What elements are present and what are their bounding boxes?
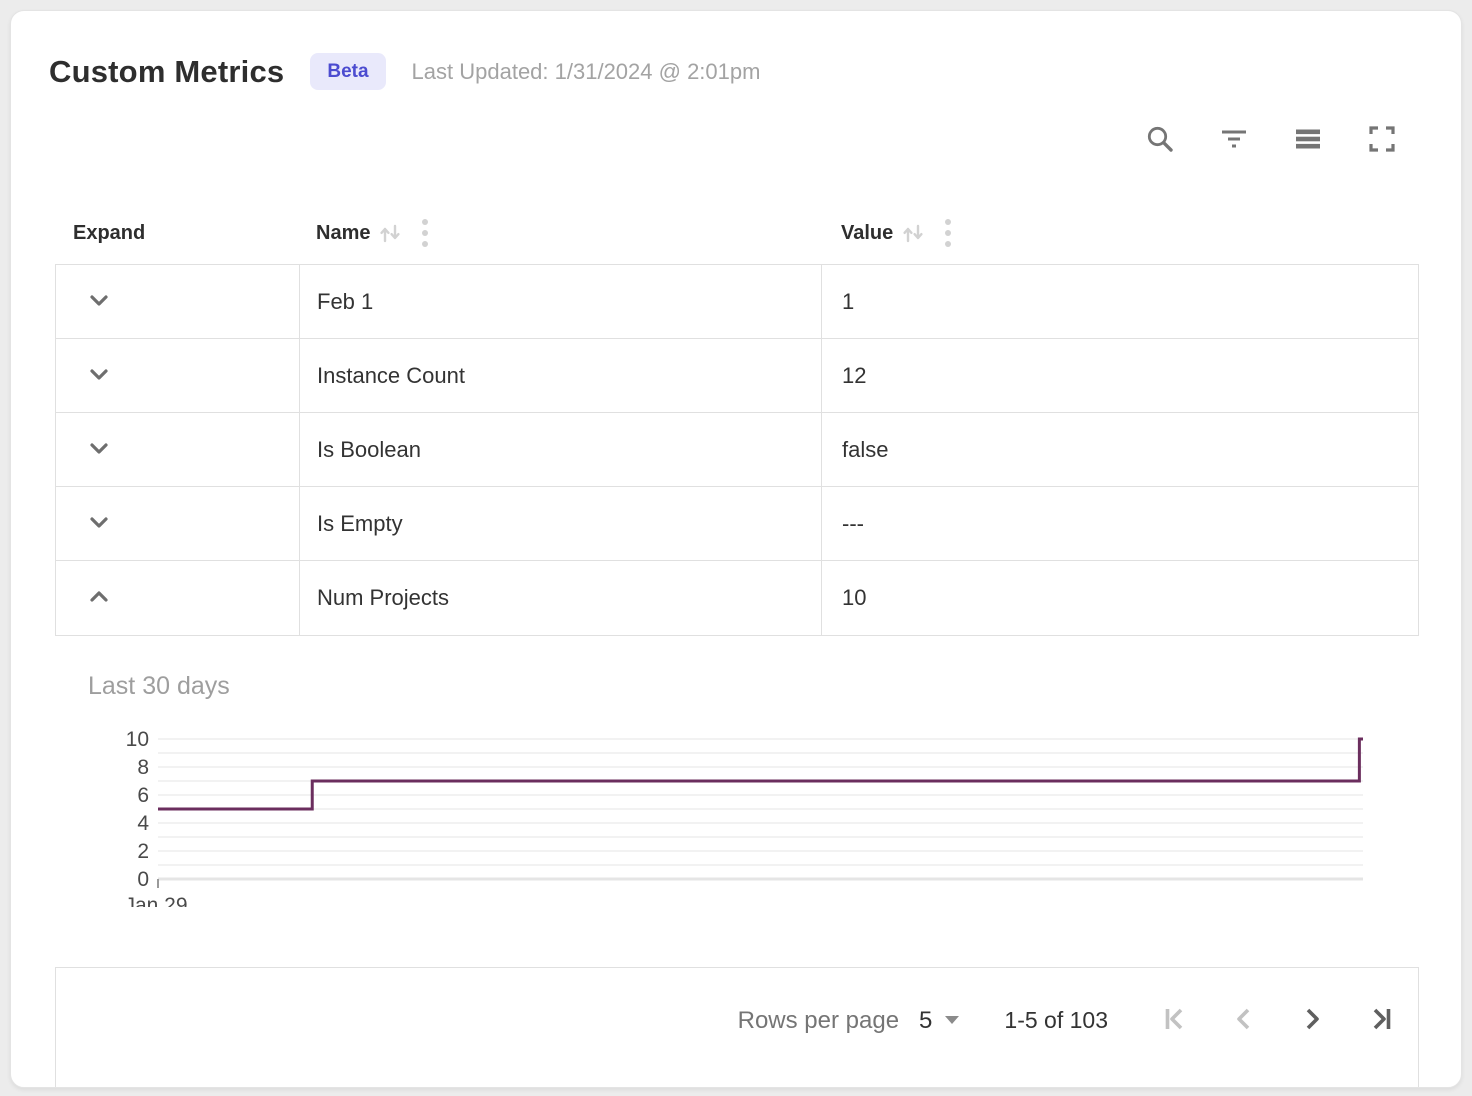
chevron-right-icon	[1297, 1004, 1327, 1037]
row-value-cell: 12	[821, 339, 1418, 412]
row-name-cell: Num Projects	[299, 561, 821, 635]
rows-per-page-select[interactable]: 5	[919, 1007, 960, 1035]
density-icon	[1292, 123, 1324, 158]
y-axis-tick-label: 2	[137, 840, 149, 863]
expand-toggle-button[interactable]	[84, 285, 114, 318]
search-button[interactable]	[1143, 123, 1177, 157]
pager-controls	[1160, 1005, 1396, 1037]
fullscreen-button[interactable]	[1365, 123, 1399, 157]
table-row: Num Projects 10	[56, 561, 1418, 635]
expand-cell	[56, 339, 299, 412]
column-menu-icon[interactable]	[943, 216, 953, 250]
table-row: Feb 1 1	[56, 265, 1418, 339]
rows-per-page-value: 5	[919, 1007, 932, 1035]
page-title: Custom Metrics	[49, 54, 284, 90]
chevron-down-icon	[944, 1012, 960, 1030]
y-axis-tick-label: 6	[137, 784, 149, 807]
table-row: Is Empty ---	[56, 487, 1418, 561]
y-axis-tick-label: 10	[126, 728, 149, 751]
grid-toolbar	[11, 123, 1461, 157]
expand-toggle-button[interactable]	[84, 582, 114, 615]
metric-series-line	[158, 739, 1363, 809]
chevron-up-icon	[84, 582, 114, 615]
filter-icon	[1218, 123, 1250, 158]
row-name-cell: Is Boolean	[299, 413, 821, 486]
table-header-row: Expand Name	[55, 202, 1419, 264]
column-header-label: Name	[316, 222, 370, 245]
density-button[interactable]	[1291, 123, 1325, 157]
metric-step-chart: 0 2 4 6 8 10 Jan 29	[88, 707, 1388, 907]
fullscreen-icon	[1366, 123, 1398, 158]
column-header-label: Expand	[73, 222, 145, 245]
custom-metrics-card: Custom Metrics Beta Last Updated: 1/31/2…	[10, 10, 1462, 1088]
chevron-left-icon	[1229, 1004, 1259, 1037]
expand-toggle-button[interactable]	[84, 433, 114, 466]
chart-title: Last 30 days	[88, 672, 1461, 701]
column-header-expand: Expand	[55, 222, 299, 245]
expand-toggle-button[interactable]	[84, 359, 114, 392]
last-updated-text: Last Updated: 1/31/2024 @ 2:01pm	[412, 59, 761, 85]
row-value-cell: 1	[821, 265, 1418, 338]
pagination-footer: Rows per page 5 1-5 of 103	[55, 967, 1419, 1087]
chevron-down-icon	[84, 285, 114, 318]
previous-page-button[interactable]	[1228, 1005, 1260, 1037]
metric-detail-panel: Last 30 days 0 2 4 6 8 10 Jan 29	[88, 672, 1461, 912]
column-header-value[interactable]: Value	[821, 216, 1419, 250]
expand-cell	[56, 265, 299, 338]
expand-cell	[56, 487, 299, 560]
expand-cell	[56, 561, 299, 635]
chevron-down-icon	[84, 359, 114, 392]
column-header-name[interactable]: Name	[299, 216, 821, 250]
beta-badge: Beta	[310, 53, 385, 90]
table-row: Instance Count 12	[56, 339, 1418, 413]
expand-toggle-button[interactable]	[84, 507, 114, 540]
first-page-icon	[1161, 1004, 1191, 1037]
last-page-button[interactable]	[1364, 1005, 1396, 1037]
rows-per-page-label: Rows per page	[738, 1007, 899, 1035]
row-name-cell: Feb 1	[299, 265, 821, 338]
first-page-button[interactable]	[1160, 1005, 1192, 1037]
row-value-cell: 10	[821, 561, 1418, 635]
x-axis-tick-label: Jan 29	[124, 894, 187, 907]
search-icon	[1144, 123, 1176, 158]
card-header: Custom Metrics Beta Last Updated: 1/31/2…	[11, 11, 1461, 90]
sort-icon[interactable]	[376, 219, 404, 247]
expand-cell	[56, 413, 299, 486]
page-range-label: 1-5 of 103	[1004, 1007, 1108, 1034]
column-menu-icon[interactable]	[420, 216, 430, 250]
filter-button[interactable]	[1217, 123, 1251, 157]
y-axis-tick-label: 8	[137, 756, 149, 779]
last-page-icon	[1365, 1004, 1395, 1037]
next-page-button[interactable]	[1296, 1005, 1328, 1037]
column-header-label: Value	[841, 222, 893, 245]
chevron-down-icon	[84, 433, 114, 466]
table-body: Feb 1 1 Instance Count 12	[55, 264, 1419, 636]
row-name-cell: Instance Count	[299, 339, 821, 412]
y-axis-tick-label: 4	[137, 812, 149, 835]
chevron-down-icon	[84, 507, 114, 540]
row-value-cell: ---	[821, 487, 1418, 560]
sort-icon[interactable]	[899, 219, 927, 247]
metrics-table: Expand Name	[55, 202, 1419, 636]
y-axis-tick-label: 0	[137, 868, 149, 891]
row-value-cell: false	[821, 413, 1418, 486]
row-name-cell: Is Empty	[299, 487, 821, 560]
table-row: Is Boolean false	[56, 413, 1418, 487]
